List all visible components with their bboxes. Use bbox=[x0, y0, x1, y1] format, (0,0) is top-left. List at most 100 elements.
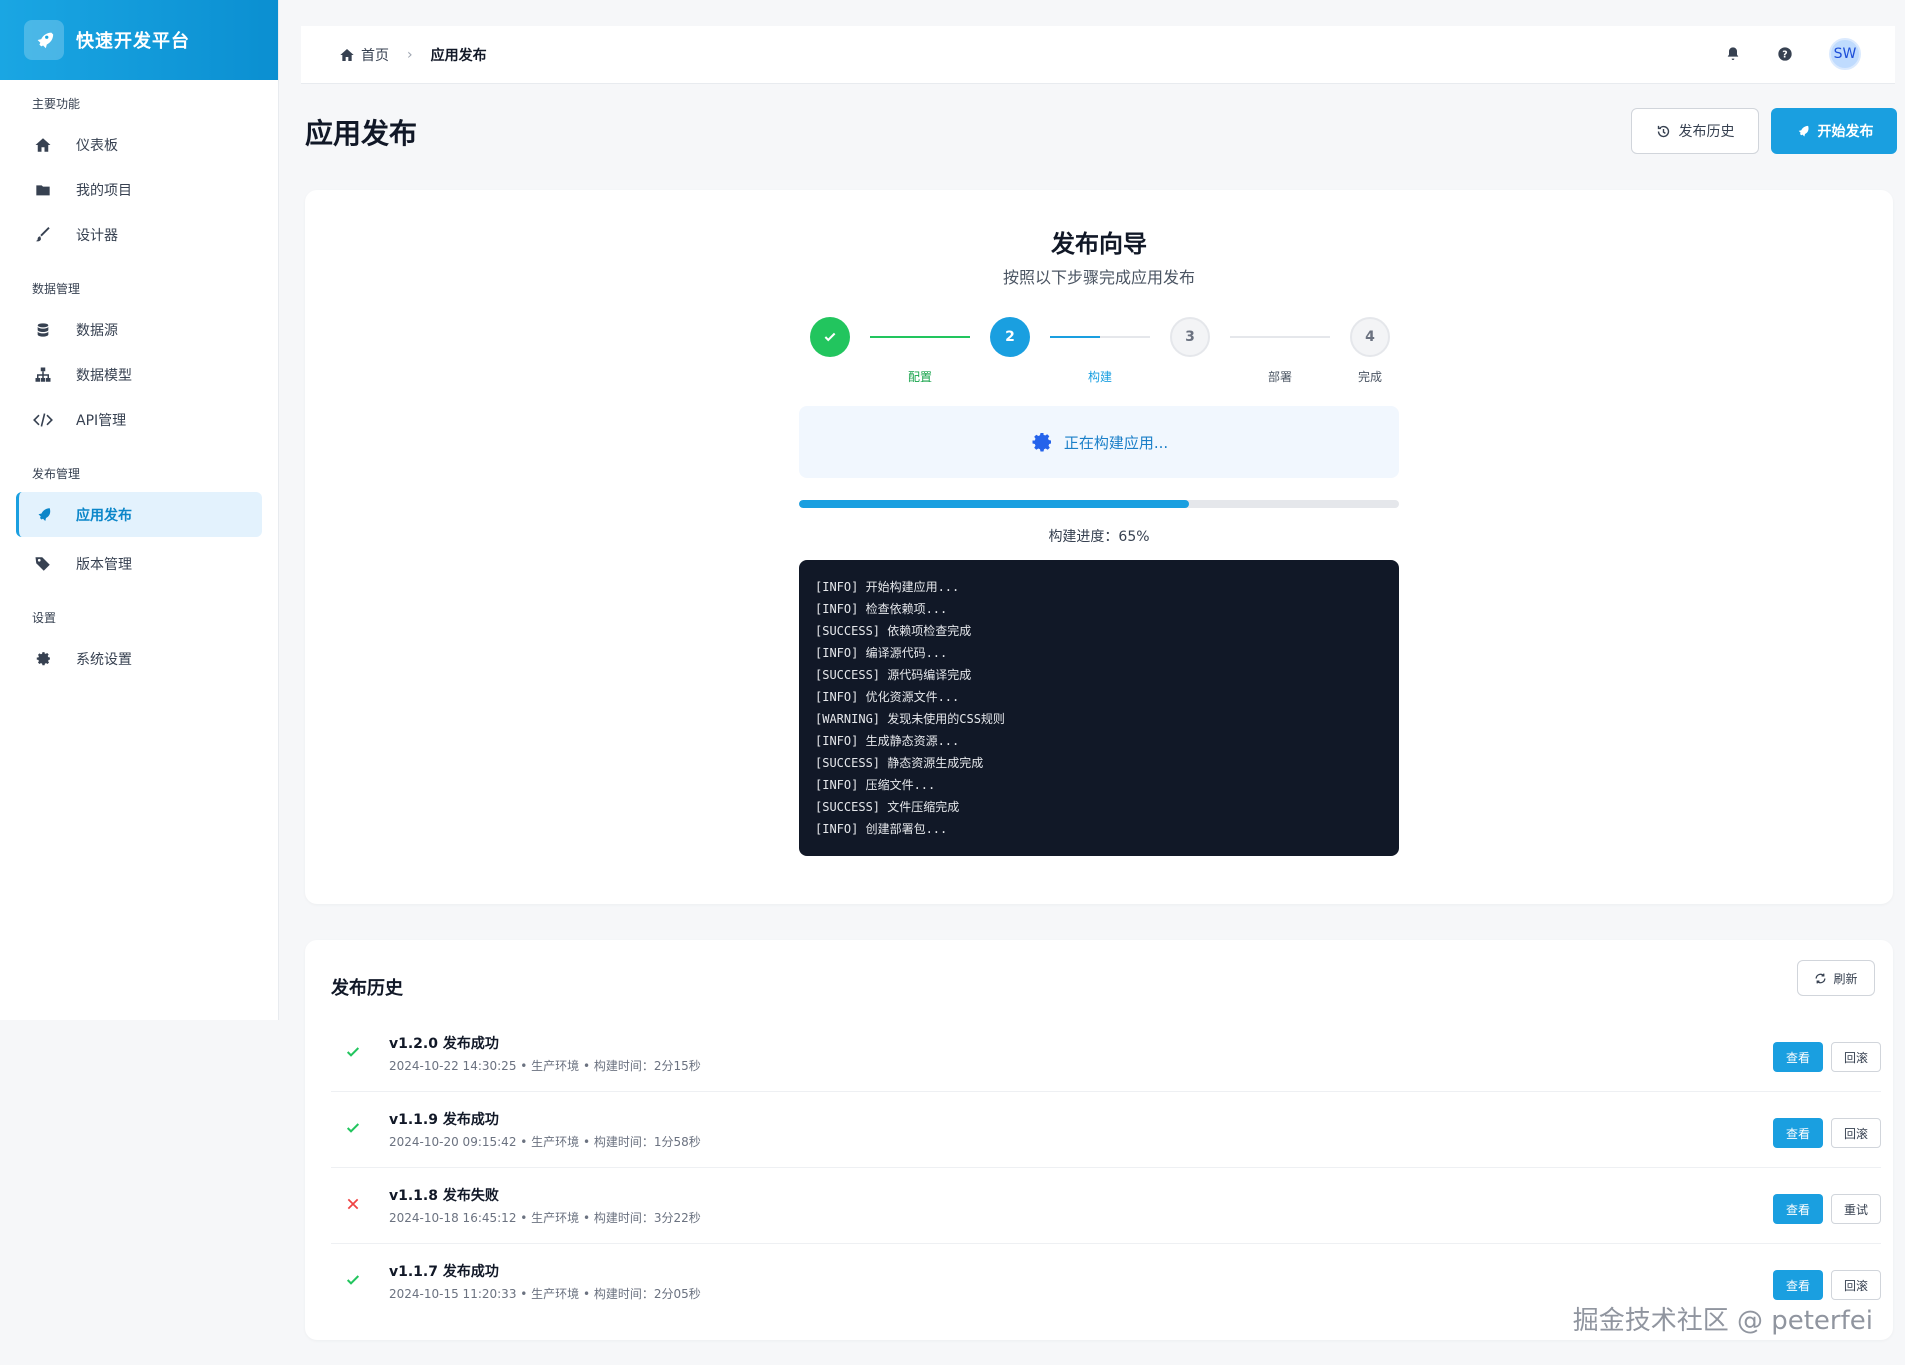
sidebar-item-datamodel[interactable]: 数据模型 bbox=[16, 352, 262, 397]
tags-icon bbox=[33, 554, 53, 574]
view-button[interactable]: 查看 bbox=[1773, 1270, 1823, 1300]
watermark: 掘金技术社区 @ peterfei bbox=[1572, 1306, 1873, 1336]
sidebar-item-label: API管理 bbox=[76, 412, 127, 429]
log-line: [INFO] 生成静态资源... bbox=[815, 734, 960, 748]
folder-icon bbox=[33, 180, 53, 200]
step-1-label: 配置 bbox=[907, 370, 932, 384]
history-row-title: v1.2.0 发布成功 bbox=[389, 1036, 499, 1052]
breadcrumb-home[interactable]: 首页 bbox=[361, 45, 389, 65]
breadcrumb-current: 应用发布 bbox=[430, 47, 487, 64]
bell-icon[interactable] bbox=[1725, 46, 1741, 62]
sidebar-item-system-settings[interactable]: 系统设置 bbox=[16, 636, 262, 681]
log-line: [SUCCESS] 依赖项检查完成 bbox=[815, 624, 972, 638]
check-icon bbox=[823, 330, 837, 344]
sidebar-item-projects[interactable]: 我的项目 bbox=[16, 167, 262, 212]
help-icon[interactable]: ? bbox=[1777, 46, 1793, 62]
step-2-label: 构建 bbox=[1087, 370, 1112, 384]
rocket-icon bbox=[24, 20, 64, 60]
rollback-button[interactable]: 回滚 bbox=[1831, 1042, 1881, 1072]
log-line: [INFO] 压缩文件... bbox=[815, 778, 936, 792]
log-line: [SUCCESS] 源代码编译完成 bbox=[815, 668, 972, 682]
refresh-button[interactable]: 刷新 bbox=[1797, 960, 1875, 996]
page-title: 应用发布 bbox=[305, 117, 418, 150]
home-icon bbox=[33, 135, 53, 155]
sidebar-item-dashboard[interactable]: 仪表板 bbox=[16, 122, 262, 167]
breadcrumb: 首页 › 应用发布 bbox=[339, 45, 487, 65]
sidebar-item-api[interactable]: API管理 bbox=[16, 397, 262, 442]
history-row-meta: 2024-10-15 11:20:33 • 生产环境 • 构建时间：2分05秒 bbox=[389, 1287, 701, 1301]
build-progress-bar bbox=[799, 500, 1399, 508]
history-row-meta: 2024-10-18 16:45:12 • 生产环境 • 构建时间：3分22秒 bbox=[389, 1211, 701, 1225]
history-row-title: v1.1.9 发布成功 bbox=[389, 1112, 499, 1128]
step-connector bbox=[1230, 336, 1330, 338]
section-title-main: 主要功能 bbox=[32, 97, 81, 111]
build-progress-fill bbox=[799, 500, 1189, 508]
sidebar: 快速开发平台 主要功能 仪表板 我的项目 设计器 数据管理 数据源 数据模型 A… bbox=[0, 0, 279, 1020]
log-line: [INFO] 优化资源文件... bbox=[815, 690, 960, 704]
step-2-current: 2 bbox=[990, 317, 1030, 357]
check-icon bbox=[343, 1270, 363, 1290]
rollback-button[interactable]: 回滚 bbox=[1831, 1118, 1881, 1148]
step-connector bbox=[1050, 336, 1150, 338]
sitemap-icon bbox=[33, 365, 53, 385]
step-3-label: 部署 bbox=[1267, 370, 1292, 384]
sidebar-item-app-release[interactable]: 应用发布 bbox=[16, 492, 262, 537]
check-icon bbox=[343, 1042, 363, 1062]
start-release-label: 开始发布 bbox=[1817, 124, 1874, 140]
history-row-title: v1.1.8 发布失败 bbox=[389, 1188, 499, 1204]
check-icon bbox=[343, 1118, 363, 1138]
log-line: [INFO] 检查依赖项... bbox=[815, 602, 948, 616]
close-icon bbox=[343, 1194, 363, 1214]
build-status-box: 正在构建应用... bbox=[799, 406, 1399, 478]
sidebar-item-label: 我的项目 bbox=[76, 182, 132, 199]
build-status-text: 正在构建应用... bbox=[1063, 433, 1169, 452]
step-1-done bbox=[810, 317, 850, 357]
retry-button[interactable]: 重试 bbox=[1831, 1194, 1881, 1224]
history-row-title: v1.1.7 发布成功 bbox=[389, 1264, 499, 1280]
log-line: [INFO] 开始构建应用... bbox=[815, 580, 960, 594]
brand-title: 快速开发平台 bbox=[76, 31, 190, 52]
sidebar-item-datasource[interactable]: 数据源 bbox=[16, 307, 262, 352]
wizard-subtitle: 按照以下步骤完成应用发布 bbox=[1002, 268, 1195, 287]
step-4: 4 bbox=[1350, 317, 1390, 357]
history-title: 发布历史 bbox=[331, 978, 403, 999]
build-log-console: [INFO] 开始构建应用... [INFO] 检查依赖项... [SUCCES… bbox=[799, 560, 1399, 856]
code-icon bbox=[33, 410, 53, 430]
sidebar-item-label: 数据源 bbox=[76, 322, 118, 339]
view-button[interactable]: 查看 bbox=[1773, 1194, 1823, 1224]
release-history-label: 发布历史 bbox=[1678, 124, 1735, 140]
sidebar-item-label: 仪表板 bbox=[76, 137, 118, 154]
log-line: [WARNING] 发现未使用的CSS规则 bbox=[815, 712, 1005, 726]
spinning-gear-icon bbox=[1030, 430, 1054, 454]
step-4-label: 完成 bbox=[1357, 370, 1382, 384]
history-row: v1.2.0 发布成功 2024-10-22 14:30:25 • 生产环境 •… bbox=[331, 1016, 1881, 1092]
rollback-button[interactable]: 回滚 bbox=[1831, 1270, 1881, 1300]
log-line: [INFO] 创建部署包... bbox=[815, 822, 948, 836]
log-line: [INFO] 编译源代码... bbox=[815, 646, 948, 660]
sidebar-item-designer[interactable]: 设计器 bbox=[16, 212, 262, 257]
database-icon bbox=[33, 320, 53, 340]
sidebar-item-versions[interactable]: 版本管理 bbox=[16, 541, 262, 586]
sidebar-item-label: 版本管理 bbox=[76, 556, 132, 573]
refresh-label: 刷新 bbox=[1833, 971, 1858, 986]
rocket-icon bbox=[33, 505, 53, 525]
chevron-right-icon: › bbox=[407, 46, 413, 63]
topbar: 首页 › 应用发布 ? SW bbox=[301, 26, 1895, 84]
release-history-card: 发布历史 刷新 v1.2.0 发布成功 2024-10-22 14:30:25 … bbox=[305, 940, 1893, 1340]
history-row: v1.1.9 发布成功 2024-10-20 09:15:42 • 生产环境 •… bbox=[331, 1092, 1881, 1168]
wizard-title: 发布向导 bbox=[1051, 230, 1147, 258]
brand-header[interactable]: 快速开发平台 bbox=[0, 0, 278, 80]
log-line: [SUCCESS] 文件压缩完成 bbox=[815, 800, 960, 814]
history-icon bbox=[1656, 124, 1671, 139]
start-release-button[interactable]: 开始发布 bbox=[1771, 108, 1897, 154]
svg-text:?: ? bbox=[1782, 49, 1787, 60]
view-button[interactable]: 查看 bbox=[1773, 1118, 1823, 1148]
avatar[interactable]: SW bbox=[1829, 38, 1861, 70]
sidebar-item-label: 应用发布 bbox=[76, 507, 132, 524]
history-row-meta: 2024-10-22 14:30:25 • 生产环境 • 构建时间：2分15秒 bbox=[389, 1059, 701, 1073]
release-history-button[interactable]: 发布历史 bbox=[1631, 108, 1759, 154]
log-line: [SUCCESS] 静态资源生成完成 bbox=[815, 756, 984, 770]
view-button[interactable]: 查看 bbox=[1773, 1042, 1823, 1072]
build-progress-text: 构建进度：65% bbox=[1048, 529, 1150, 545]
step-3: 3 bbox=[1170, 317, 1210, 357]
